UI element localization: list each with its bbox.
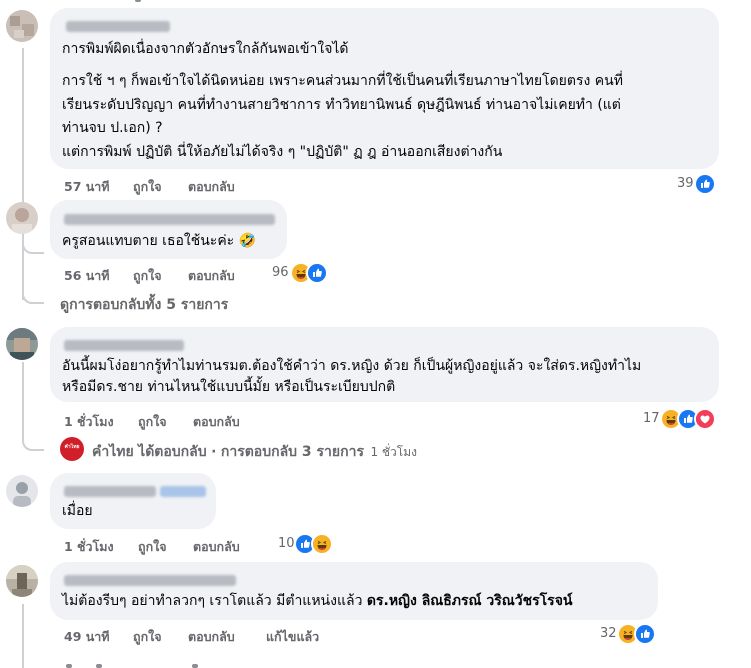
commenter-name[interactable] [64, 575, 236, 586]
like-reaction-icon[interactable] [634, 623, 656, 645]
comment-time[interactable]: 57 นาที [64, 177, 110, 197]
reaction-count[interactable]: 17 [643, 411, 660, 426]
page-name[interactable]: คำไทย [92, 444, 134, 460]
comment-text-plain: ไม่ต้องรีบๆ อย่าทำลวกๆ เราโตแล้ว มีตำแหน… [62, 593, 367, 609]
thread-line [22, 48, 24, 300]
comment-text: แต่การพิมพ์ ปฏิบัติ นี่ให้อภัยไม่ได้จริง… [62, 144, 503, 160]
like-reaction-icon[interactable] [694, 173, 716, 195]
page-avatar-text: คำไทย [64, 444, 80, 450]
clipped-next-content [60, 662, 240, 668]
mentioned-name[interactable]: ดร.หญิง ลิณธิภรณ์ วริณวัชรโรจน์ [367, 593, 573, 609]
comment-text: อันนี้ผมโง่อยากรู้ทำไมท่านรมต.ต้องใช้คำว… [62, 358, 642, 374]
clipped-previous-comment [55, 0, 175, 4]
thread-branch [22, 242, 44, 254]
reply-button[interactable]: ตอบกลับ [188, 177, 235, 197]
page-reply-summary[interactable]: คำไทย ได้ตอบกลับ · การตอบกลับ 3 รายการ 1… [92, 441, 417, 463]
comment-time[interactable]: 56 นาที [64, 266, 110, 286]
commenter-name[interactable] [66, 21, 170, 32]
comment-text: ไม่ต้องรีบๆ อย่าทำลวกๆ เราโตแล้ว มีตำแหน… [62, 590, 572, 613]
like-button[interactable]: ถูกใจ [133, 177, 162, 197]
avatar[interactable] [6, 328, 38, 360]
comment-time[interactable]: 1 ชั่วโมง [64, 412, 114, 432]
comment-text: เมื่อย [62, 503, 93, 519]
comment-text: การใช้ ฯ ๆ ก็พอเข้าใจได้นิดหน่อย เพราะคน… [62, 73, 623, 89]
avatar[interactable] [6, 202, 38, 234]
thread-line [22, 604, 24, 668]
like-button[interactable]: ถูกใจ [138, 412, 167, 432]
thread-branch [22, 429, 44, 451]
commenter-name[interactable] [64, 214, 275, 225]
reply-button[interactable]: ตอบกลับ [188, 266, 235, 286]
reply-button[interactable]: ตอบกลับ [193, 537, 240, 557]
comment-text: ครูสอนแทบตาย เธอใช้นะค่ะ 🤣 [62, 233, 257, 249]
commenter-name[interactable] [64, 486, 156, 497]
comment-time[interactable]: 1 ชั่วโมง [64, 537, 114, 557]
reply-count[interactable]: การตอบกลับ 3 รายการ [221, 444, 364, 460]
comment-text: หรือมีดร.ชาย ท่านไหนใช้แบบนี้มั้ย หรือเป… [62, 379, 396, 395]
like-button[interactable]: ถูกใจ [133, 266, 162, 286]
comment-text: เรียนระดับปริญญา คนที่ทำงานสายวิชาการ ทำ… [62, 97, 621, 113]
comment-time[interactable]: 49 นาที [64, 627, 110, 647]
like-reaction-icon[interactable] [306, 262, 328, 284]
edited-label[interactable]: แก้ไขแล้ว [266, 627, 319, 647]
comment-text: การพิมพ์ผิดเนื่องจากตัวอักษรใกล้กันพอเข้… [62, 41, 349, 57]
thread-branch [22, 282, 44, 304]
reaction-count[interactable]: 10 [278, 536, 295, 551]
reaction-count[interactable]: 39 [677, 176, 694, 191]
avatar[interactable] [6, 10, 38, 42]
haha-reaction-icon[interactable] [311, 533, 333, 555]
separator: · [211, 444, 217, 460]
reply-button[interactable]: ตอบกลับ [193, 412, 240, 432]
page-reply-action: ได้ตอบกลับ [138, 444, 207, 460]
avatar[interactable] [6, 565, 38, 597]
commenter-badge [160, 486, 206, 497]
reply-button[interactable]: ตอบกลับ [188, 627, 235, 647]
reaction-count[interactable]: 96 [272, 265, 289, 280]
page-avatar[interactable]: คำไทย [60, 437, 84, 461]
comment-text: ท่านจบ ป.เอก) ? [62, 120, 163, 136]
like-button[interactable]: ถูกใจ [138, 537, 167, 557]
love-reaction-icon[interactable] [694, 408, 716, 430]
page-reply-time: 1 ชั่วโมง [370, 445, 417, 459]
thread-line [22, 362, 24, 432]
like-button[interactable]: ถูกใจ [133, 627, 162, 647]
commenter-name[interactable] [64, 340, 184, 351]
view-all-replies-link[interactable]: ดูการตอบกลับทั้ง 5 รายการ [60, 294, 228, 316]
avatar[interactable] [6, 475, 38, 507]
reaction-count[interactable]: 32 [600, 626, 617, 641]
